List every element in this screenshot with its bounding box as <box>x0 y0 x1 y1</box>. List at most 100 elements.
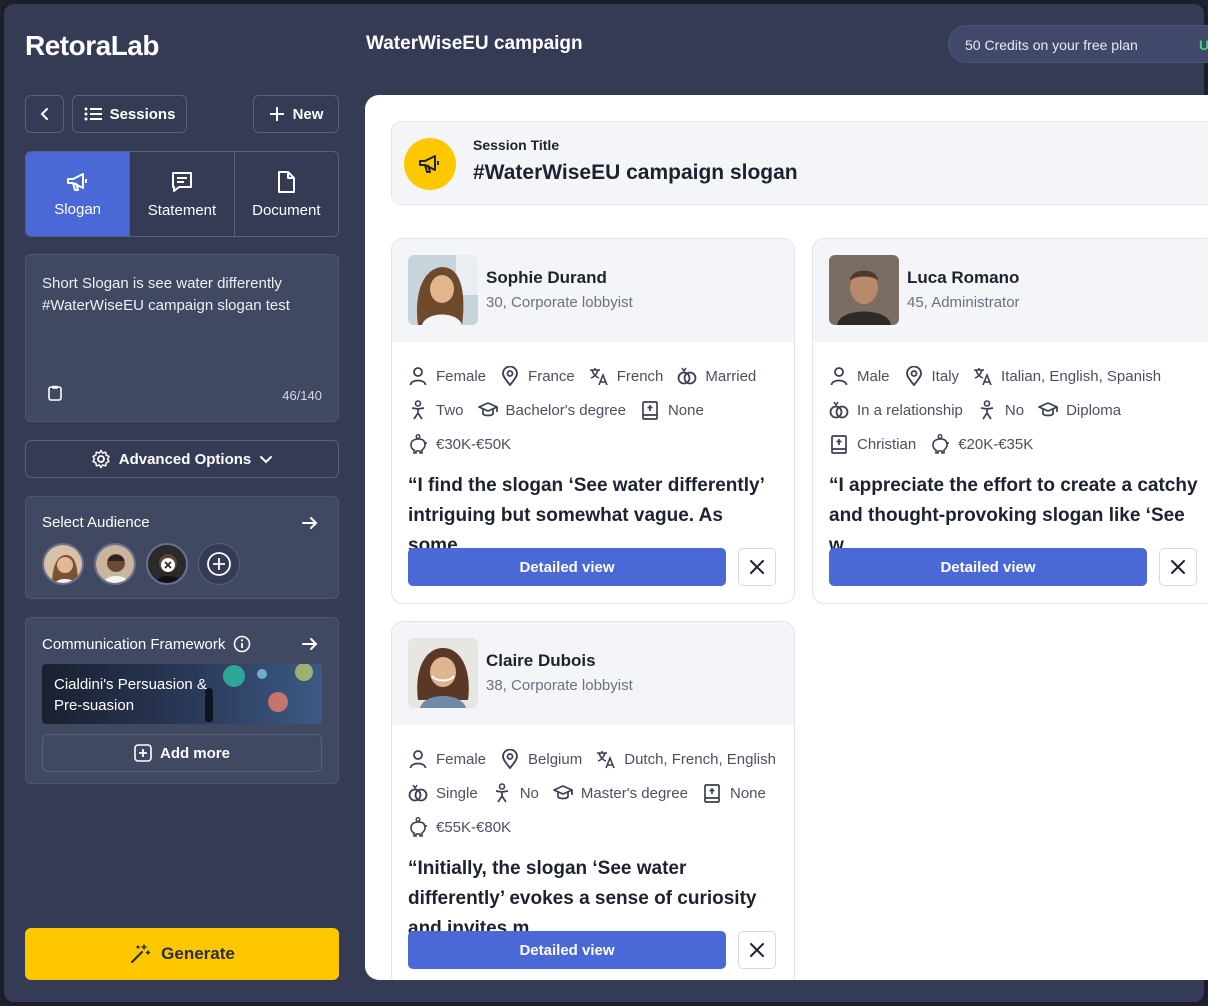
attribute-value: Diploma <box>1066 401 1122 419</box>
persona-attribute: None <box>640 400 704 420</box>
slogan-input[interactable]: Short Slogan is see water differently #W… <box>25 254 339 422</box>
persona-attribute: Female <box>408 749 486 769</box>
add-audience-button[interactable] <box>198 543 240 585</box>
book-icon <box>831 435 847 454</box>
avatar[interactable] <box>94 543 136 585</box>
magic-wand-icon <box>131 944 151 964</box>
graduation-icon <box>553 785 573 800</box>
persona-name: Sophie Durand <box>486 268 607 287</box>
attribute-line: Male Italy Italian, English, Spanish <box>829 359 1208 393</box>
megaphone-icon <box>66 172 87 191</box>
persona-card: Sophie Durand 30, Corporate lobbyist Femal… <box>391 238 795 604</box>
persona-attribute: Two <box>408 400 464 420</box>
persona-attribute: Dutch, French, English <box>596 749 776 769</box>
attribute-value: French <box>616 367 664 385</box>
advanced-options-button[interactable]: Advanced Options <box>25 440 339 478</box>
tab-slogan[interactable]: Slogan <box>26 152 131 236</box>
tab-slogan-label: Slogan <box>54 200 102 218</box>
persona-attribute: French <box>589 366 664 386</box>
dismiss-button[interactable] <box>738 548 776 586</box>
book-icon <box>642 401 658 420</box>
persona-attribute: Single <box>408 783 478 803</box>
avatar[interactable] <box>42 543 84 585</box>
attribute-value: Italy <box>931 367 960 385</box>
session-icon <box>404 138 456 190</box>
detailed-view-button[interactable]: Detailed view <box>408 931 726 969</box>
tab-document[interactable]: Document <box>235 152 338 236</box>
back-button[interactable] <box>25 95 64 133</box>
add-more-button[interactable]: Add more <box>42 734 322 772</box>
children-icon <box>495 783 508 803</box>
persona-attributes: Male Italy Italian, English, Spanish In a r… <box>829 359 1208 461</box>
dismiss-button[interactable] <box>738 931 776 969</box>
upgrade-link[interactable]: U <box>1199 26 1208 64</box>
persona-attribute: Master's degree <box>553 783 688 803</box>
persona-photo <box>408 638 478 708</box>
attribute-line: €30K-€50K <box>408 427 788 461</box>
framework-title-row: Communication Framework <box>42 635 251 653</box>
persona-attribute: Married <box>677 366 756 386</box>
communication-framework-panel[interactable]: Communication Framework Cialdini's Persu… <box>25 617 339 784</box>
attribute-value: Dutch, French, English <box>624 750 776 768</box>
audience-avatars <box>42 543 240 585</box>
credits-badge[interactable]: 50 Credits on your free plan U <box>948 25 1208 63</box>
new-label: New <box>292 105 324 123</box>
plus-square-icon <box>134 744 152 762</box>
framework-card-text: Cialdini's Persuasion & Pre-suasion <box>54 676 207 714</box>
new-session-button[interactable]: New <box>253 95 339 133</box>
select-audience-panel[interactable]: Select Audience <box>25 496 339 599</box>
rings-icon <box>408 784 428 802</box>
translate-icon <box>974 368 992 386</box>
sessions-label: Sessions <box>109 105 176 123</box>
persona-attribute: None <box>702 783 766 803</box>
tab-statement[interactable]: Statement <box>130 152 235 236</box>
persona-attribute: €30K-€50K <box>408 434 511 454</box>
persona-attribute: €20K-€35K <box>930 434 1033 454</box>
info-icon[interactable] <box>233 635 251 653</box>
book-icon <box>704 784 720 803</box>
generate-label: Generate <box>161 944 235 963</box>
generate-button[interactable]: Generate <box>25 928 339 980</box>
persona-attribute: Belgium <box>500 749 582 769</box>
location-icon <box>502 749 518 769</box>
slogan-text[interactable]: Short Slogan is see water differently #W… <box>42 273 322 317</box>
attribute-value: Master's degree <box>580 784 688 802</box>
attribute-value: €30K-€50K <box>436 435 512 453</box>
audience-title: Select Audience <box>42 514 150 531</box>
persona-attributes: Female Belgium Dutch, French, English Singl… <box>408 742 788 844</box>
attribute-value: No <box>1004 401 1025 419</box>
detailed-view-button[interactable]: Detailed view <box>408 548 726 586</box>
persona-photo <box>408 255 478 325</box>
user-icon <box>409 367 427 386</box>
plus-icon <box>269 107 284 121</box>
clipboard-icon[interactable] <box>48 385 62 401</box>
persona-photo <box>829 255 899 325</box>
attribute-value: €55K-€80K <box>436 818 512 836</box>
translate-icon <box>589 368 608 386</box>
close-icon <box>750 560 764 574</box>
sessions-button[interactable]: Sessions <box>72 95 187 133</box>
detailed-view-button[interactable]: Detailed view <box>829 548 1147 586</box>
session-header: Session Title #WaterWiseEU campaign slog… <box>391 121 1208 205</box>
attribute-line: Two Bachelor's degree None <box>408 393 788 427</box>
user-icon <box>409 750 427 769</box>
arrow-right-icon[interactable] <box>302 515 318 531</box>
framework-title: Communication Framework <box>42 635 226 653</box>
advanced-options-label: Advanced Options <box>118 450 252 468</box>
credits-text: 50 Credits on your free plan <box>965 37 1138 53</box>
attribute-value: Single <box>436 784 478 802</box>
rings-icon <box>829 401 849 419</box>
avatar[interactable] <box>146 543 188 585</box>
app-logo: RetoraLab <box>25 30 159 61</box>
graduation-icon <box>477 402 498 417</box>
arrow-right-icon[interactable] <box>302 636 318 652</box>
attribute-value: Two <box>436 401 464 419</box>
char-counter: 46/140 <box>282 388 322 403</box>
gear-icon <box>91 449 110 469</box>
dismiss-button[interactable] <box>1159 548 1197 586</box>
framework-card[interactable]: Cialdini's Persuasion & Pre-suasion <box>42 664 322 724</box>
attribute-line: Single No Master's degree None <box>408 776 788 810</box>
attribute-line: In a relationship No Diploma <box>829 393 1208 427</box>
main-panel: Session Title #WaterWiseEU campaign slog… <box>365 95 1208 980</box>
persona-age-role: 30, Corporate lobbyist <box>486 294 633 311</box>
